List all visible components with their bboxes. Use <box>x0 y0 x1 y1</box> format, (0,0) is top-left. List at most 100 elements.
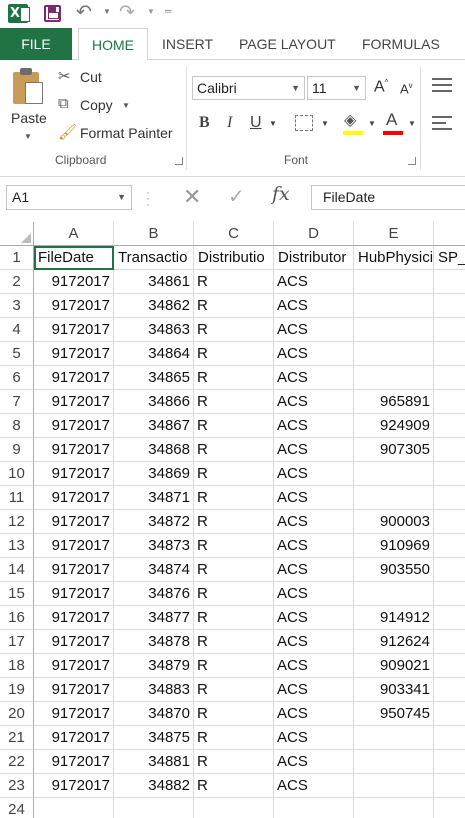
cell-a1[interactable]: FileDate <box>34 246 114 270</box>
undo-dropdown-icon[interactable]: ▼ <box>103 7 111 16</box>
cell-e9[interactable]: 907305 <box>354 438 434 462</box>
cell-b22[interactable]: 34881 <box>114 750 194 774</box>
tab-file[interactable]: FILE <box>0 28 72 60</box>
cell-d22[interactable]: ACS <box>274 750 354 774</box>
cell-b17[interactable]: 34878 <box>114 630 194 654</box>
cell-f3[interactable] <box>434 294 465 318</box>
cell-e12[interactable]: 900003 <box>354 510 434 534</box>
cell-f21[interactable] <box>434 726 465 750</box>
cell-a11[interactable]: 9172017 <box>34 486 114 510</box>
cell-d24[interactable] <box>274 798 354 818</box>
row-header[interactable]: 22 <box>0 750 34 774</box>
cell-b12[interactable]: 34872 <box>114 510 194 534</box>
paste-icon[interactable] <box>13 68 43 106</box>
cell-f6[interactable] <box>434 366 465 390</box>
cell-c2[interactable]: R <box>194 270 274 294</box>
cell-f7[interactable] <box>434 390 465 414</box>
cell-a12[interactable]: 9172017 <box>34 510 114 534</box>
paste-button[interactable]: Paste <box>11 110 47 126</box>
cell-a24[interactable] <box>34 798 114 818</box>
cell-a15[interactable]: 9172017 <box>34 582 114 606</box>
cell-b13[interactable]: 34873 <box>114 534 194 558</box>
cell-d9[interactable]: ACS <box>274 438 354 462</box>
format-painter-icon[interactable]: 🖌 <box>58 123 77 141</box>
cell-e5[interactable] <box>354 342 434 366</box>
cell-c15[interactable]: R <box>194 582 274 606</box>
cancel-icon[interactable]: ✕ <box>183 184 201 210</box>
cell-c18[interactable]: R <box>194 654 274 678</box>
cell-b5[interactable]: 34864 <box>114 342 194 366</box>
cell-f16[interactable] <box>434 606 465 630</box>
cell-f22[interactable] <box>434 750 465 774</box>
cut-button[interactable]: Cut <box>80 69 102 85</box>
column-header-f[interactable] <box>434 222 465 246</box>
cell-e6[interactable] <box>354 366 434 390</box>
borders-icon[interactable] <box>295 115 313 131</box>
cell-a8[interactable]: 9172017 <box>34 414 114 438</box>
cell-e19[interactable]: 903341 <box>354 678 434 702</box>
row-header[interactable]: 5 <box>0 342 34 366</box>
borders-dropdown-icon[interactable]: ▼ <box>321 119 329 128</box>
cell-c6[interactable]: R <box>194 366 274 390</box>
cell-e1[interactable]: HubPhysici <box>354 246 434 270</box>
cell-f14[interactable] <box>434 558 465 582</box>
cell-a17[interactable]: 9172017 <box>34 630 114 654</box>
cell-d3[interactable]: ACS <box>274 294 354 318</box>
cell-a5[interactable]: 9172017 <box>34 342 114 366</box>
cell-c3[interactable]: R <box>194 294 274 318</box>
cell-c22[interactable]: R <box>194 750 274 774</box>
cell-b20[interactable]: 34870 <box>114 702 194 726</box>
italic-button[interactable]: I <box>227 114 232 132</box>
cell-e2[interactable] <box>354 270 434 294</box>
column-header-d[interactable]: D <box>274 222 354 246</box>
cell-c10[interactable]: R <box>194 462 274 486</box>
customize-toolbar-icon[interactable]: ═ <box>165 6 171 16</box>
cell-a13[interactable]: 9172017 <box>34 534 114 558</box>
cell-f5[interactable] <box>434 342 465 366</box>
cell-d23[interactable]: ACS <box>274 774 354 798</box>
cell-c11[interactable]: R <box>194 486 274 510</box>
cell-b9[interactable]: 34868 <box>114 438 194 462</box>
cell-b3[interactable]: 34862 <box>114 294 194 318</box>
font-size-select[interactable]: 11 ▼ <box>307 76 366 100</box>
row-header[interactable]: 1 <box>0 246 34 270</box>
cell-a18[interactable]: 9172017 <box>34 654 114 678</box>
row-header[interactable]: 11 <box>0 486 34 510</box>
column-header-c[interactable]: C <box>194 222 274 246</box>
cell-b11[interactable]: 34871 <box>114 486 194 510</box>
cell-b24[interactable] <box>114 798 194 818</box>
cell-a3[interactable]: 9172017 <box>34 294 114 318</box>
font-name-select[interactable]: Calibri ▼ <box>192 76 305 100</box>
cell-f11[interactable] <box>434 486 465 510</box>
clipboard-launcher-icon[interactable] <box>175 157 183 165</box>
row-header[interactable]: 15 <box>0 582 34 606</box>
cell-e23[interactable] <box>354 774 434 798</box>
font-color-dropdown-icon[interactable]: ▼ <box>408 119 416 128</box>
column-header-e[interactable]: E <box>354 222 434 246</box>
cell-e15[interactable] <box>354 582 434 606</box>
select-all-button[interactable] <box>0 222 34 246</box>
cell-d21[interactable]: ACS <box>274 726 354 750</box>
cell-c24[interactable] <box>194 798 274 818</box>
cell-f24[interactable] <box>434 798 465 818</box>
grow-font-button[interactable]: A^ <box>374 78 388 96</box>
cell-c13[interactable]: R <box>194 534 274 558</box>
row-header[interactable]: 20 <box>0 702 34 726</box>
cell-c5[interactable]: R <box>194 342 274 366</box>
cell-c12[interactable]: R <box>194 510 274 534</box>
cell-e14[interactable]: 903550 <box>354 558 434 582</box>
row-header[interactable]: 23 <box>0 774 34 798</box>
cut-icon[interactable]: ✂ <box>58 67 71 85</box>
cell-d4[interactable]: ACS <box>274 318 354 342</box>
cell-f4[interactable] <box>434 318 465 342</box>
cell-c20[interactable]: R <box>194 702 274 726</box>
row-header[interactable]: 16 <box>0 606 34 630</box>
cell-e10[interactable] <box>354 462 434 486</box>
cell-c23[interactable]: R <box>194 774 274 798</box>
cell-a20[interactable]: 9172017 <box>34 702 114 726</box>
tab-home[interactable]: HOME <box>78 28 148 61</box>
cell-d18[interactable]: ACS <box>274 654 354 678</box>
cell-e3[interactable] <box>354 294 434 318</box>
cell-d6[interactable]: ACS <box>274 366 354 390</box>
cell-c4[interactable]: R <box>194 318 274 342</box>
